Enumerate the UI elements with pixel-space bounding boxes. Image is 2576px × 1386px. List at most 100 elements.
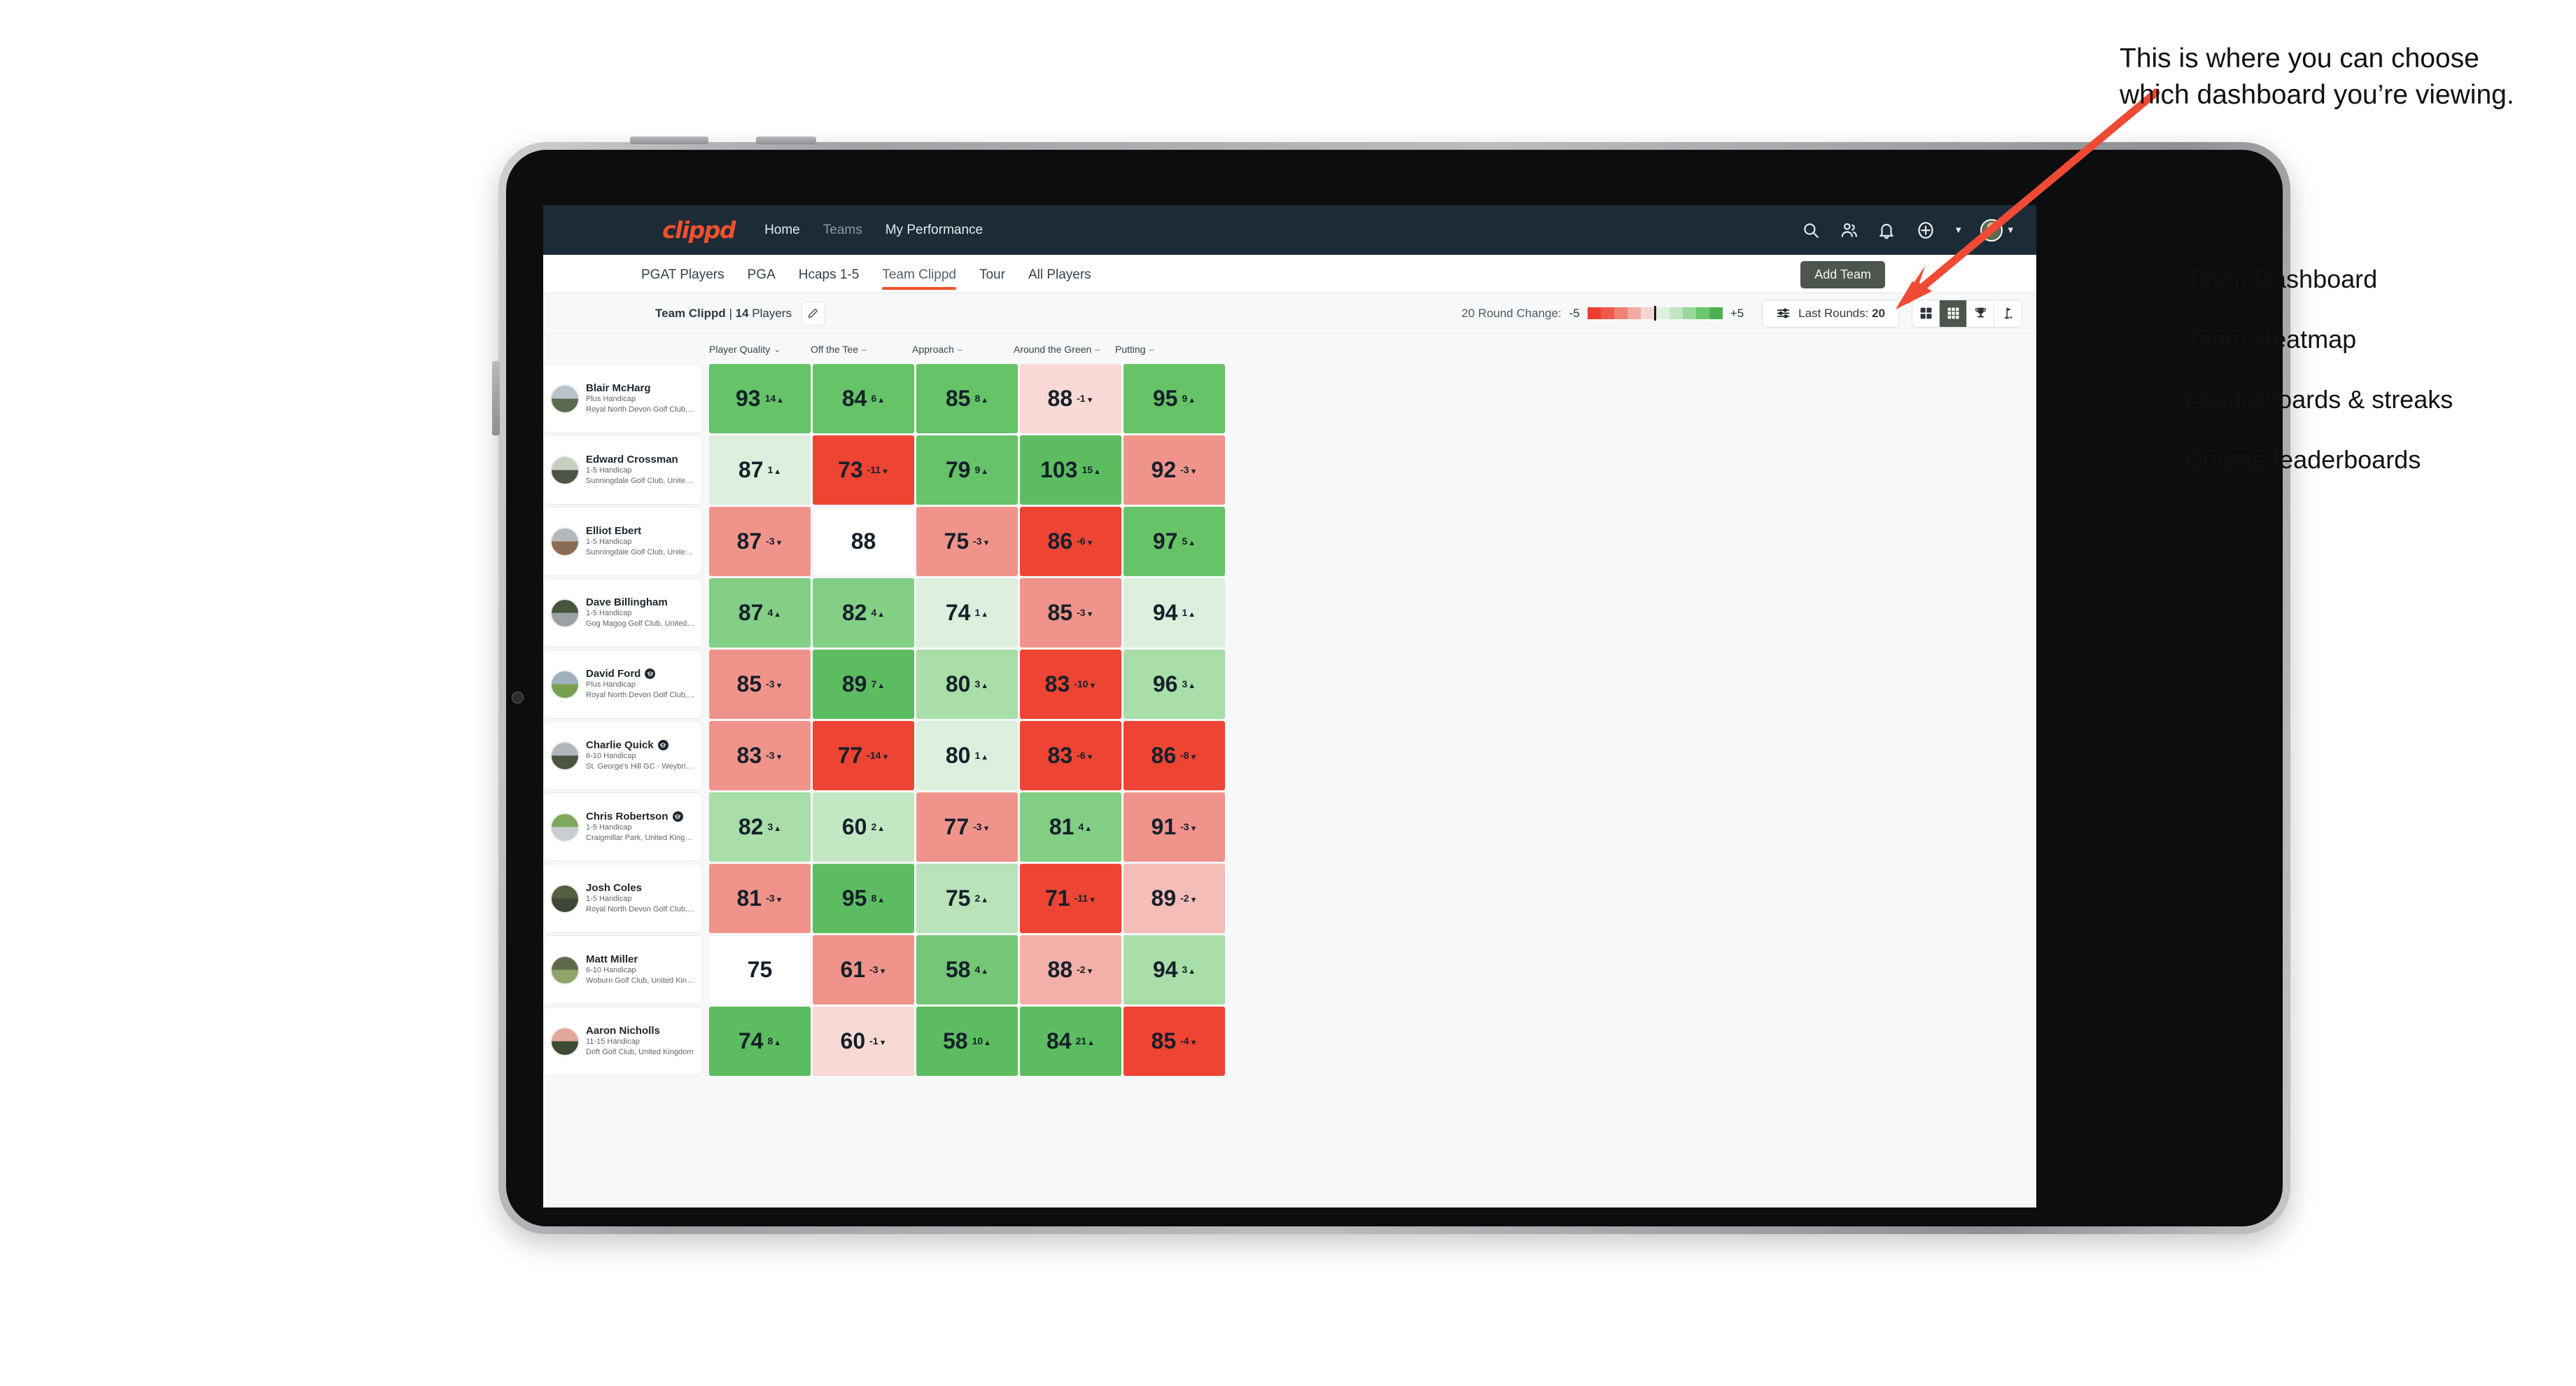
metric-cell[interactable]: 97 5 ▲ [1124,507,1225,576]
player-card[interactable]: David Ford Plus Handicap Royal North Devon… [543,650,703,719]
player-card[interactable]: Elliot Ebert 1-5 Handicap Sunningdale Golf… [543,507,703,576]
metric-cell[interactable]: 94 3 ▲ [1124,935,1225,1004]
side-button[interactable] [492,361,500,435]
metric-cell[interactable]: 87 -3 ▼ [709,507,811,576]
metric-cell[interactable]: 87 4 ▲ [709,578,811,648]
metric-cell[interactable]: 93 14 ▲ [709,364,811,433]
column-header-label: Off the Tee [811,343,858,355]
metric-cell[interactable]: 83 -6 ▼ [1020,721,1121,790]
metric-cell[interactable]: 61 -3 ▼ [813,935,914,1004]
column-header-approach[interactable]: Approach – [912,344,1014,355]
metric-delta: -3 ▼ [1180,818,1197,836]
player-column-header-spacer [543,334,709,364]
metric-cell[interactable]: 81 4 ▲ [1020,792,1121,862]
player-card[interactable]: Charlie Quick 6-10 Handicap St. George's H… [543,721,703,790]
nav-link-home[interactable]: Home [764,223,800,238]
metric-cell[interactable]: 96 3 ▲ [1124,650,1225,719]
dash-icon[interactable]: – [862,344,867,354]
chevron-down-icon[interactable]: ⌄ [774,344,780,354]
nav-link-my-performance[interactable]: My Performance [886,223,983,238]
metric-cell[interactable]: 81 -3 ▼ [709,864,811,933]
player-card[interactable]: Blair McHarg Plus Handicap Royal North Dev… [543,364,703,433]
metric-cell[interactable]: 94 1 ▲ [1124,578,1225,648]
metric-cell[interactable]: 77 -14 ▼ [813,721,914,790]
metric-cell[interactable]: 58 10 ▲ [916,1007,1018,1076]
metric-cell[interactable]: 83 -10 ▼ [1020,650,1121,719]
arrow-down-icon: ▼ [881,467,889,476]
player-card[interactable]: Matt Miller 6-10 Handicap Woburn Golf Club… [543,935,703,1004]
metric-delta-value: -14 [867,750,881,762]
metric-cell[interactable]: 80 1 ▲ [916,721,1018,790]
column-header-off-the-tee[interactable]: Off the Tee – [811,344,912,355]
search-icon[interactable] [1802,221,1820,239]
column-header-player-quality[interactable]: Player Quality ⌄ [709,344,811,355]
metric-cell[interactable]: 71 -11 ▼ [1020,864,1121,933]
column-header-around-the-green[interactable]: Around the Green – [1014,344,1115,355]
metric-cell[interactable]: 85 8 ▲ [916,364,1018,433]
dash-icon[interactable]: – [1095,344,1100,354]
graduation-cap-icon [645,668,656,680]
metric-cell[interactable]: 75 2 ▲ [916,864,1018,933]
metric-cell[interactable]: 60 -1 ▼ [813,1007,914,1076]
metric-cell[interactable]: 86 -6 ▼ [1020,507,1121,576]
power-button[interactable] [630,136,708,144]
metric-cell[interactable]: 60 2 ▲ [813,792,914,862]
column-header-putting[interactable]: Putting – [1115,344,1217,355]
metric-delta-value: -10 [1074,678,1088,690]
player-card[interactable]: Aaron Nicholls 11-15 Handicap Drift Golf C… [543,1007,703,1076]
player-card[interactable]: Edward Crossman 1-5 Handicap Sunningdale G… [543,435,703,505]
arrow-up-icon: ▲ [774,610,782,619]
player-card[interactable]: Dave Billingham 1-5 Handicap Gog Magog Gol… [543,578,703,648]
tab-pgat-players[interactable]: PGAT Players [641,267,724,289]
metric-cell[interactable]: 73 -11 ▼ [813,435,914,505]
dash-icon[interactable]: – [1149,344,1154,354]
dash-icon[interactable]: – [958,344,962,354]
player-card[interactable]: Josh Coles 1-5 Handicap Royal North Devon … [543,864,703,933]
player-name-text: Charlie Quick [586,739,654,752]
metric-cell[interactable]: 84 21 ▲ [1020,1007,1121,1076]
metric-cell[interactable]: 89 7 ▲ [813,650,914,719]
top-navbar: clippd Home Teams My Performance ▾ ▾ [543,205,2036,255]
metric-delta-value: 5 [1182,536,1188,547]
metric-cell[interactable]: 79 9 ▲ [916,435,1018,505]
metric-cell[interactable]: 87 1 ▲ [709,435,811,505]
metric-value: 84 [1046,1028,1072,1054]
metric-cell[interactable]: 95 8 ▲ [813,864,914,933]
metric-cell[interactable]: 86 -8 ▼ [1124,721,1225,790]
metric-cell[interactable]: 92 -3 ▼ [1124,435,1225,505]
metric-cell[interactable]: 91 -3 ▼ [1124,792,1225,862]
tab-team-clippd[interactable]: Team Clippd [882,267,956,290]
metric-cell[interactable]: 85 -4 ▼ [1124,1007,1225,1076]
metric-cell[interactable]: 88 -2 ▼ [1020,935,1121,1004]
player-avatar [550,455,580,485]
metric-cell[interactable]: 82 3 ▲ [709,792,811,862]
player-card[interactable]: Chris Robertson 1-5 Handicap Craigmillar P… [543,792,703,862]
metric-cell[interactable]: 85 -3 ▼ [1020,578,1121,648]
edit-team-button[interactable] [801,301,825,326]
metric-cell[interactable]: 58 4 ▲ [916,935,1018,1004]
metric-cell[interactable]: 88 [813,507,914,576]
metric-delta-value: 1 [974,607,981,619]
nav-link-teams[interactable]: Teams [823,223,862,238]
tab-pga[interactable]: PGA [748,267,776,289]
metric-cell[interactable]: 95 9 ▲ [1124,364,1225,433]
metric-cell[interactable]: 83 -3 ▼ [709,721,811,790]
metric-cell[interactable]: 103 15 ▲ [1020,435,1121,505]
metric-cell[interactable]: 88 -1 ▼ [1020,364,1121,433]
tab-tour[interactable]: Tour [979,267,1005,289]
tab-all-players[interactable]: All Players [1028,267,1091,289]
volume-button[interactable] [756,136,816,144]
metric-cell[interactable]: 89 -2 ▼ [1124,864,1225,933]
tab-hcaps-1-5[interactable]: Hcaps 1-5 [799,267,860,289]
metric-cell[interactable]: 74 8 ▲ [709,1007,811,1076]
metric-cell[interactable]: 80 3 ▲ [916,650,1018,719]
metric-cell[interactable]: 77 -3 ▼ [916,792,1018,862]
metric-cell[interactable]: 75 -3 ▼ [916,507,1018,576]
metric-cell[interactable]: 74 1 ▲ [916,578,1018,648]
metric-cell[interactable]: 85 -3 ▼ [709,650,811,719]
clippd-logo[interactable]: clippd [662,216,736,244]
metric-cell[interactable]: 84 6 ▲ [813,364,914,433]
metric-cell[interactable]: 82 4 ▲ [813,578,914,648]
metric-cell[interactable]: 75 [709,935,811,1004]
player-handicap: 1-5 Handicap [586,538,632,547]
